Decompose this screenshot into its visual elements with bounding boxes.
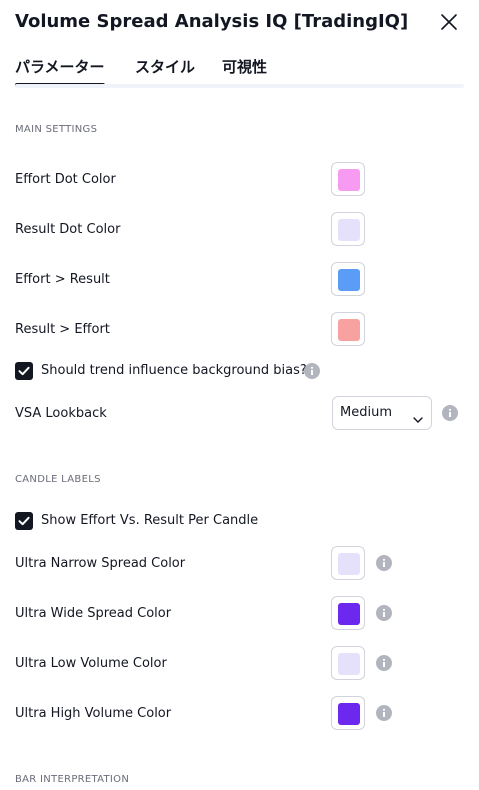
- result-gt-effort-label: Result > Effort: [15, 322, 110, 337]
- effort-dot-color-label: Effort Dot Color: [15, 172, 116, 187]
- checkmark-icon: [18, 366, 30, 376]
- tab-style[interactable]: スタイル: [135, 57, 195, 77]
- chevron-down-icon: [413, 409, 423, 423]
- vsa-lookback-value: Medium: [340, 405, 392, 420]
- info-icon[interactable]: [376, 705, 392, 721]
- color-swatch: [338, 169, 360, 191]
- info-icon[interactable]: [304, 363, 320, 379]
- show-effort-checkbox[interactable]: [15, 512, 33, 530]
- color-swatch: [338, 269, 360, 291]
- checkmark-icon: [18, 516, 30, 526]
- info-icon[interactable]: [376, 555, 392, 571]
- ultra-high-volume-color-button[interactable]: [331, 696, 365, 730]
- color-swatch: [338, 219, 360, 241]
- section-title-bar-interpretation: BAR INTERPRETATION: [15, 774, 130, 785]
- tab-bar: パラメーター スタイル 可視性: [15, 52, 464, 88]
- tab-visibility[interactable]: 可視性: [222, 57, 267, 77]
- vsa-lookback-label: VSA Lookback: [15, 406, 107, 421]
- ultra-narrow-spread-label: Ultra Narrow Spread Color: [15, 556, 186, 571]
- info-icon[interactable]: [376, 605, 392, 621]
- section-title-main-settings: MAIN SETTINGS: [15, 124, 98, 135]
- trend-bias-checkbox[interactable]: [15, 362, 33, 380]
- vsa-lookback-select[interactable]: Medium: [332, 396, 432, 430]
- info-icon[interactable]: [376, 655, 392, 671]
- dialog-header: Volume Spread Analysis IQ [TradingIQ]: [15, 10, 464, 36]
- section-title-candle-labels: CANDLE LABELS: [15, 474, 101, 485]
- trend-bias-label: Should trend influence background bias?: [41, 363, 307, 378]
- ultra-high-volume-label: Ultra High Volume Color: [15, 706, 172, 721]
- ultra-narrow-spread-color-button[interactable]: [331, 546, 365, 580]
- effort-dot-color-button[interactable]: [331, 162, 365, 196]
- effort-gt-result-label: Effort > Result: [15, 272, 110, 287]
- color-swatch: [338, 703, 360, 725]
- ultra-low-volume-color-button[interactable]: [331, 646, 365, 680]
- show-effort-label: Show Effort Vs. Result Per Candle: [41, 513, 259, 528]
- color-swatch: [338, 319, 360, 341]
- ultra-wide-spread-label: Ultra Wide Spread Color: [15, 606, 172, 621]
- dialog-title: Volume Spread Analysis IQ [TradingIQ]: [15, 11, 409, 32]
- tab-parameters[interactable]: パラメーター: [15, 57, 105, 87]
- close-icon[interactable]: [439, 12, 459, 32]
- result-dot-color-label: Result Dot Color: [15, 222, 121, 237]
- ultra-wide-spread-color-button[interactable]: [331, 596, 365, 630]
- info-icon[interactable]: [442, 405, 458, 421]
- color-swatch: [338, 553, 360, 575]
- tab-divider: [15, 84, 464, 88]
- result-gt-effort-color-button[interactable]: [331, 312, 365, 346]
- result-dot-color-button[interactable]: [331, 212, 365, 246]
- color-swatch: [338, 653, 360, 675]
- effort-gt-result-color-button[interactable]: [331, 262, 365, 296]
- ultra-low-volume-label: Ultra Low Volume Color: [15, 656, 167, 671]
- color-swatch: [338, 603, 360, 625]
